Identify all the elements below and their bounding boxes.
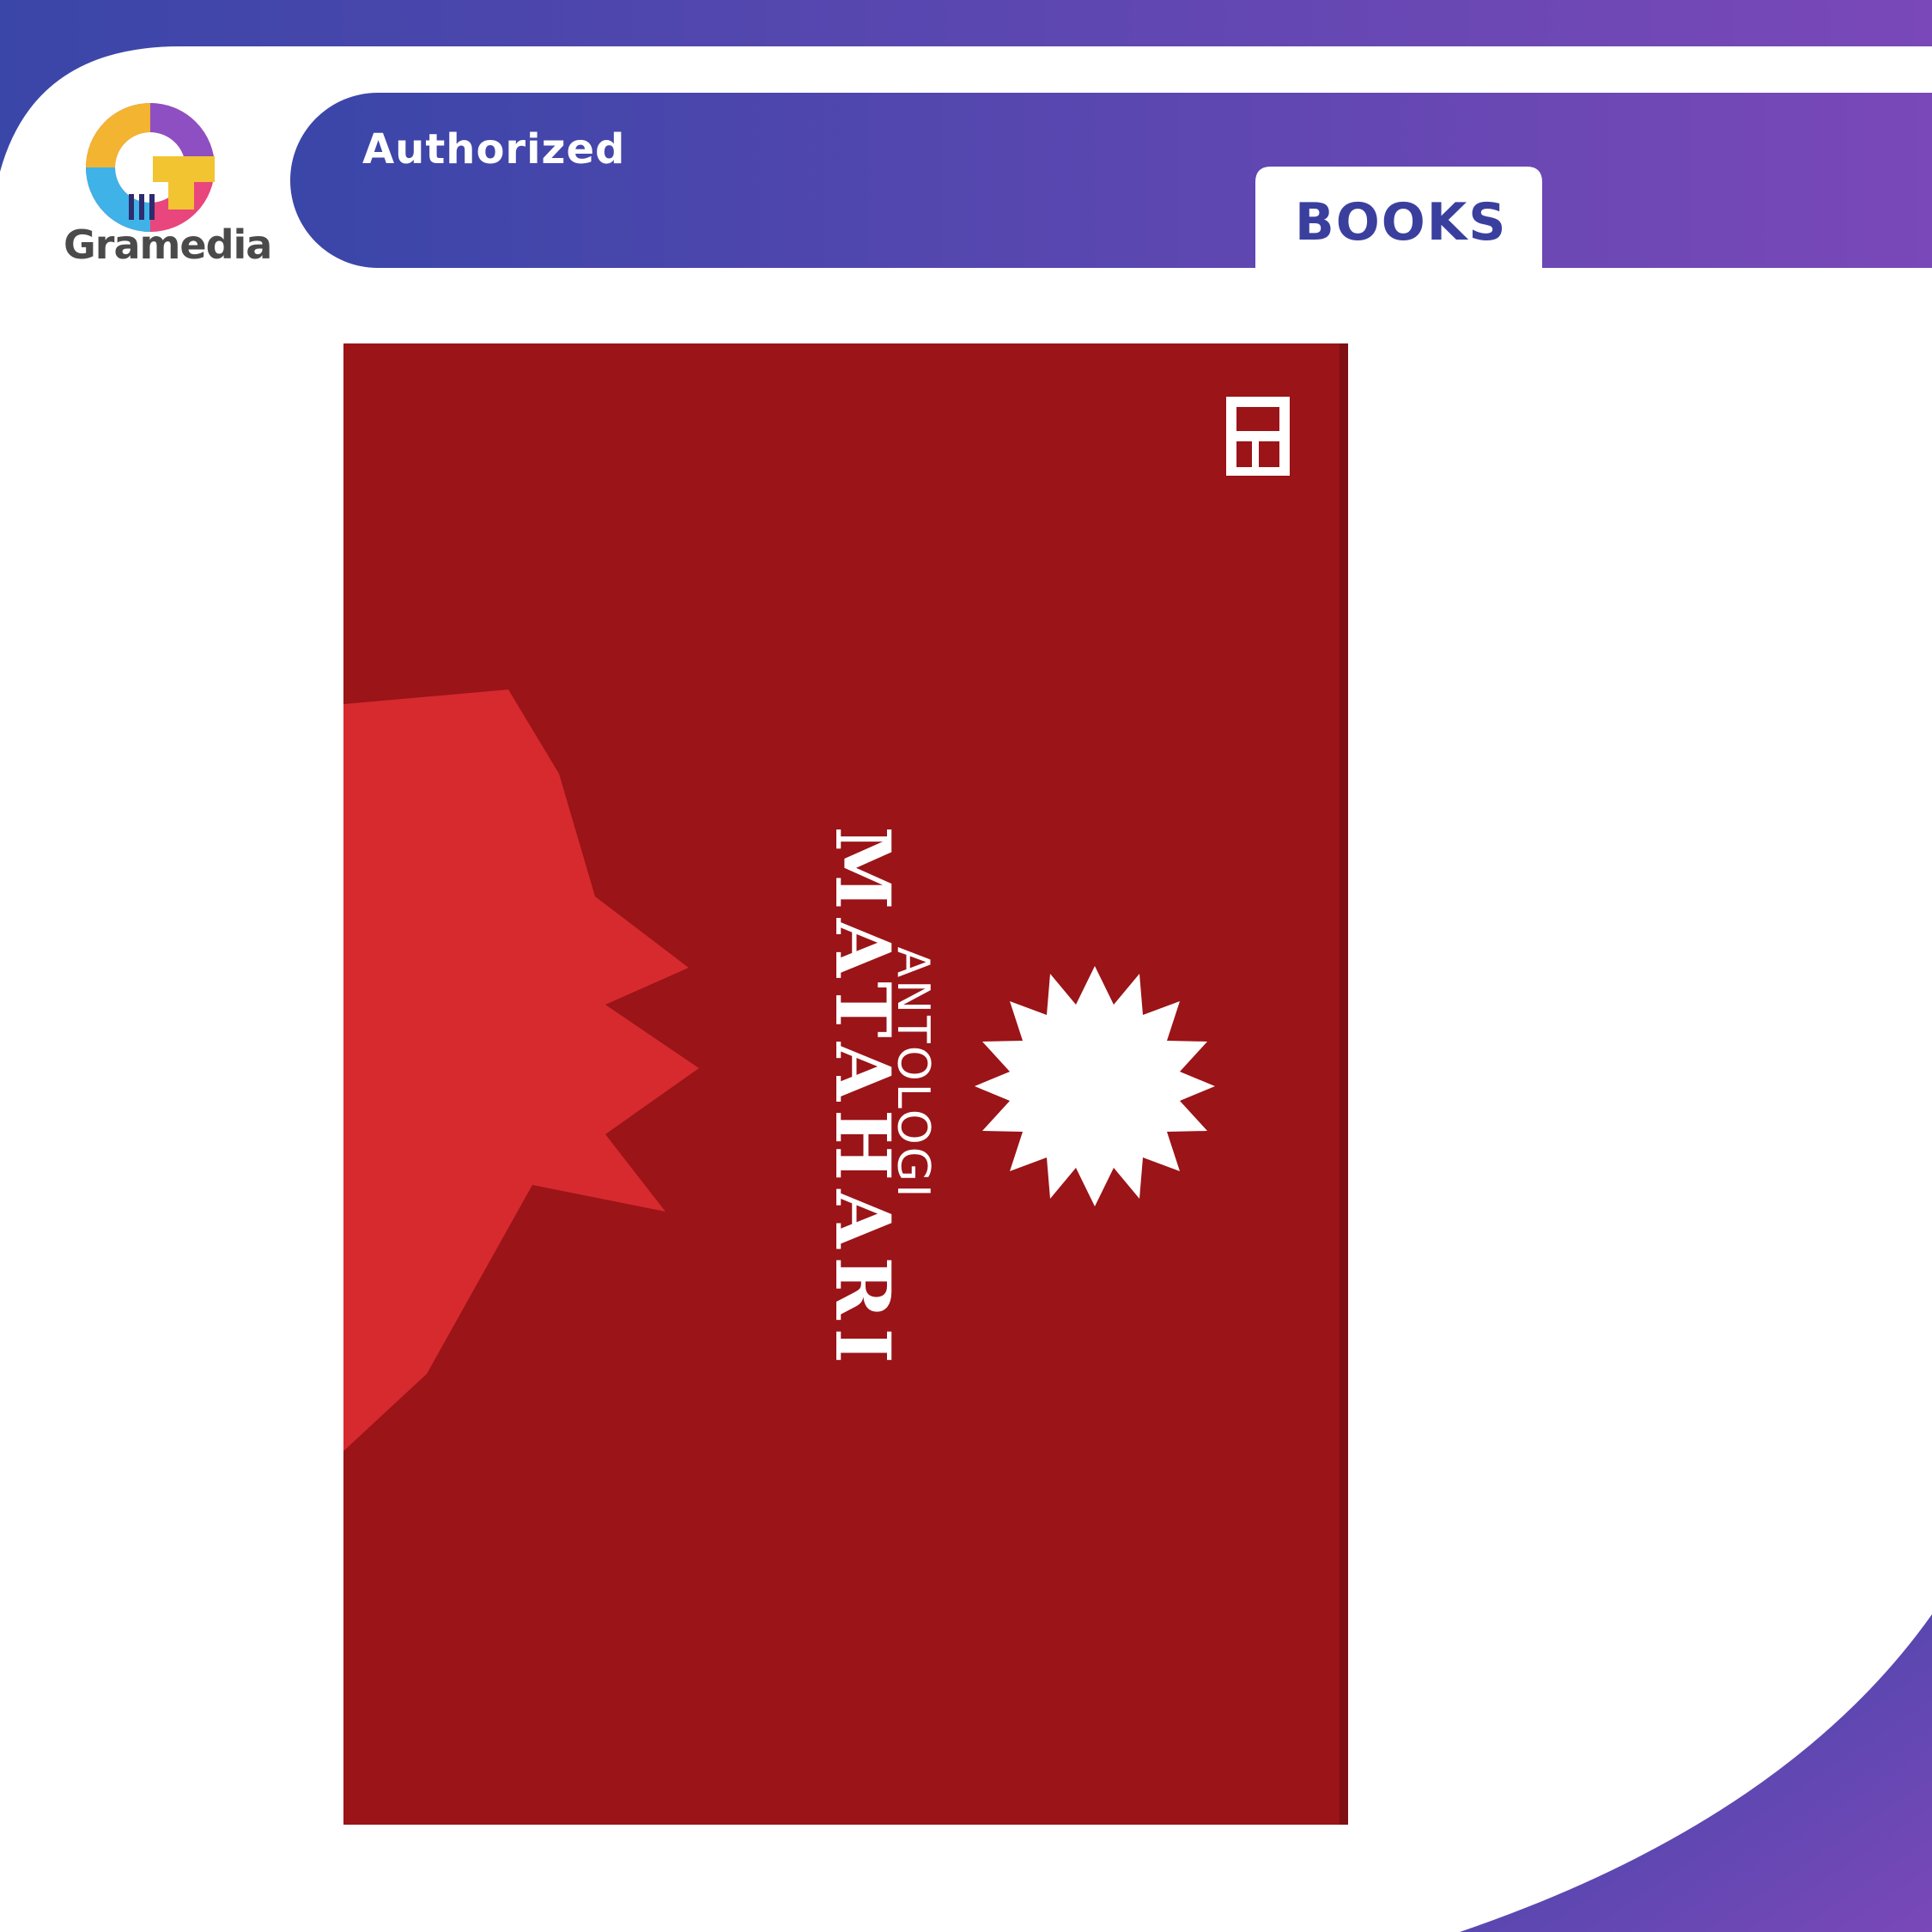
gramedia-g-logo-icon (86, 103, 215, 232)
corner-swoosh (1460, 1614, 1932, 1932)
gramedia-publisher-mark-icon (1226, 397, 1290, 476)
sun-icon (975, 966, 1215, 1206)
book-cover (343, 343, 1348, 1825)
product-image-frame (0, 0, 1932, 1932)
header-banner (290, 93, 1932, 268)
books-tab (1255, 167, 1542, 268)
